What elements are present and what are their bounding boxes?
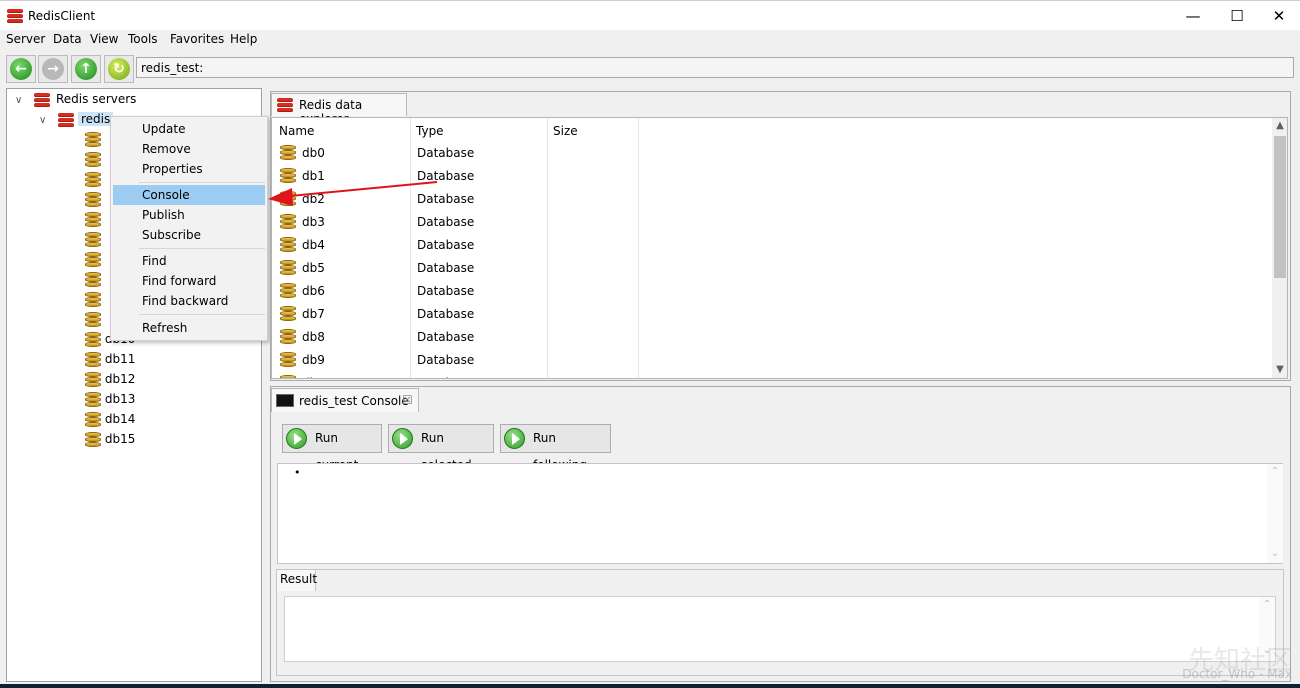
taskbar-edge: [0, 684, 1300, 688]
arrow-shaft: [289, 181, 438, 197]
watermark-credit: Doctor_Who - Max: [1182, 667, 1292, 681]
arrow-head: [268, 188, 293, 206]
annotation-arrow: [268, 181, 438, 206]
